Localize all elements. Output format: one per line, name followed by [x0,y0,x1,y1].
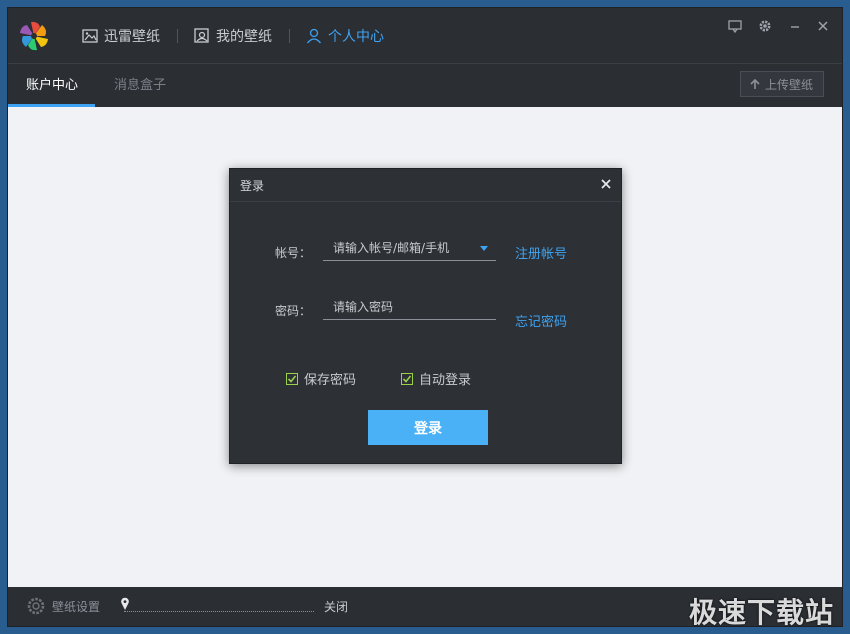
tab-label: 账户中心 [26,78,79,93]
slider-track [124,611,314,612]
gear-icon [759,20,771,32]
nav-label: 迅雷壁纸 [104,29,160,45]
watermark: 极速下载站 [688,596,834,629]
password-label: 密码： [275,304,312,318]
image-icon [82,29,98,43]
account-field[interactable]: 请输入帐号/邮箱/手机 [323,235,496,261]
dialog-title: 登录 [240,179,265,193]
settings-button[interactable] [756,17,774,35]
checkbox-box [286,372,298,385]
title-bar: 迅雷壁纸 我的壁纸 个人中心 [8,8,842,64]
nav-label: 个人中心 [328,29,384,45]
slider-value-label: 关闭 [324,600,349,614]
remember-password-checkbox[interactable]: 保存密码 [286,369,356,388]
close-window-button[interactable] [814,17,832,35]
minimize-icon [791,26,799,28]
checkbox-label: 保存密码 [304,373,357,388]
location-pin-icon[interactable] [120,597,130,611]
password-field[interactable]: 请输入密码 [323,294,496,320]
auto-login-checkbox[interactable]: 自动登录 [401,369,471,388]
gear-icon [27,597,45,615]
login-dialog: 登录 帐号： 请输入帐号/邮箱/手机 注册帐号 密码： 请输入密码 忘记密码 保… [229,168,622,464]
checkmark-icon [287,374,297,383]
upload-wallpaper-button[interactable]: 上传壁纸 [739,71,824,97]
settings-label: 壁纸设置 [52,599,101,614]
sub-tab-bar: 账户中心 消息盒子 上传壁纸 [8,64,842,107]
nav-item-my-wallpaper[interactable]: 我的壁纸 [194,25,272,47]
tab-account-center[interactable]: 账户中心 [26,64,78,107]
login-button-label: 登录 [414,420,442,437]
account-placeholder: 请输入帐号/邮箱/手机 [333,241,450,255]
my-wallpaper-icon [194,28,209,43]
checkmark-icon [402,374,412,383]
nav-label: 我的壁纸 [216,29,272,45]
nav-divider [289,29,290,43]
password-placeholder: 请输入密码 [333,300,394,314]
tab-label: 消息盒子 [114,78,167,93]
upload-arrow-icon [750,78,760,89]
feedback-icon [728,19,742,33]
checkbox-box [401,372,413,385]
login-button[interactable]: 登录 [368,410,488,445]
nav-item-personal-center[interactable]: 个人中心 [306,25,384,47]
register-link[interactable]: 注册帐号 [515,243,567,262]
chevron-down-icon[interactable] [480,246,488,251]
upload-label: 上传壁纸 [764,77,813,92]
bottom-bar: 壁纸设置 关闭 极速下载站 [8,587,842,629]
user-icon [306,28,322,44]
nav-divider [177,29,178,43]
forgot-password-link[interactable]: 忘记密码 [515,311,567,330]
checkbox-label: 自动登录 [419,373,472,388]
tab-message-box[interactable]: 消息盒子 [114,64,166,107]
close-icon [818,21,828,31]
feedback-button[interactable] [726,17,744,35]
account-label: 帐号： [275,246,312,260]
dialog-header: 登录 [230,169,621,202]
close-icon[interactable] [599,177,613,191]
minimize-button[interactable] [786,17,804,35]
wallpaper-interval-slider[interactable] [120,595,320,619]
app-logo-icon [20,21,48,51]
app-window: 迅雷壁纸 我的壁纸 个人中心 账户中心 消息盒子 上传壁纸 登录 帐号： 请输入… [8,8,842,629]
wallpaper-settings-button[interactable]: 壁纸设置 [26,596,100,616]
nav-item-xunlei-wallpaper[interactable]: 迅雷壁纸 [82,25,160,47]
